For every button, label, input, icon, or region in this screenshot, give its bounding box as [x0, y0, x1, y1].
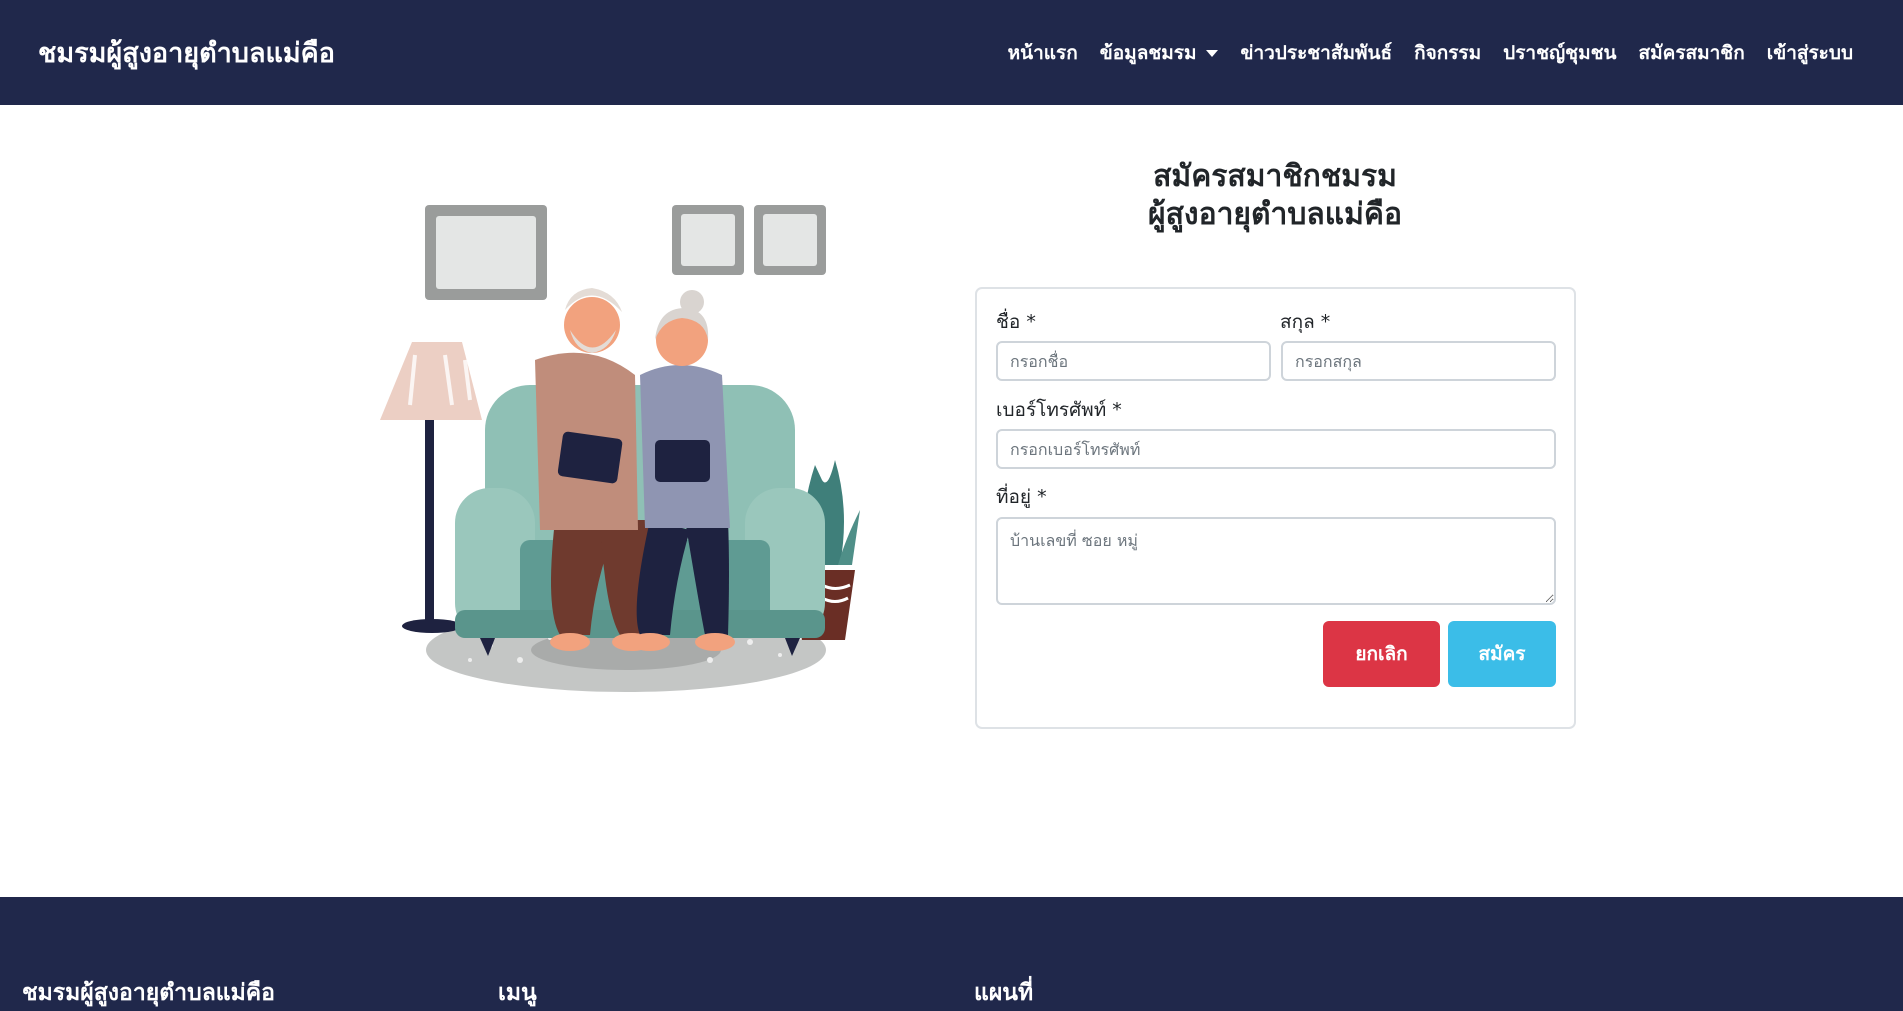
elderly-couple-on-sofa-illustration: [380, 205, 860, 692]
phone-input[interactable]: [996, 429, 1556, 469]
register-form-card: ชื่อ * สกุล * เบอร์โทรศัพท์ * ที่อยู่ * …: [975, 287, 1576, 729]
nav-activities[interactable]: กิจกรรม: [1414, 38, 1481, 68]
register-title-line1: สมัครสมาชิกชมรม: [1153, 159, 1397, 194]
nav-news[interactable]: ข่าวประชาสัมพันธ์: [1240, 38, 1392, 68]
cancel-button[interactable]: ยกเลิก: [1323, 621, 1440, 687]
nav-club-info-label: ข้อมูลชมรม: [1099, 41, 1197, 64]
register-title: สมัครสมาชิกชมรม ผู้สูงอายุตำบลแม่คือ: [975, 158, 1575, 234]
chevron-down-icon: [1206, 49, 1219, 57]
footer-menu-title: เมนู: [498, 980, 537, 1006]
nav-register[interactable]: สมัครสมาชิก: [1638, 38, 1744, 68]
top-navbar: ชมรมผู้สูงอายุตำบลแม่คือ หน้าแรก ข้อมูลช…: [0, 0, 1903, 105]
address-textarea[interactable]: [996, 517, 1556, 605]
address-label: ที่อยู่ *: [996, 486, 1047, 508]
main-nav: หน้าแรก ข้อมูลชมรม ข่าวประชาสัมพันธ์ กิจ…: [1008, 38, 1853, 68]
nav-home[interactable]: หน้าแรก: [1008, 38, 1078, 68]
last-name-label: สกุล *: [1280, 311, 1331, 333]
footer-club-title: ชมรมผู้สูงอายุตำบลแม่คือ: [22, 980, 275, 1006]
first-name-input[interactable]: [996, 341, 1271, 381]
first-name-label: ชื่อ *: [996, 311, 1036, 333]
submit-register-button[interactable]: สมัคร: [1448, 621, 1556, 687]
site-brand[interactable]: ชมรมผู้สูงอายุตำบลแม่คือ: [38, 31, 335, 74]
footer-map-title: แผนที่: [974, 980, 1034, 1006]
nav-club-info-dropdown[interactable]: ข้อมูลชมรม: [1100, 38, 1219, 68]
phone-label: เบอร์โทรศัพท์ *: [996, 399, 1122, 421]
footer: [0, 897, 1903, 1011]
nav-community-scholars[interactable]: ปราชญ์ชุมชน: [1503, 38, 1616, 68]
nav-login[interactable]: เข้าสู่ระบบ: [1767, 38, 1853, 68]
register-title-line2: ผู้สูงอายุตำบลแม่คือ: [1148, 197, 1402, 232]
last-name-input[interactable]: [1281, 341, 1556, 381]
